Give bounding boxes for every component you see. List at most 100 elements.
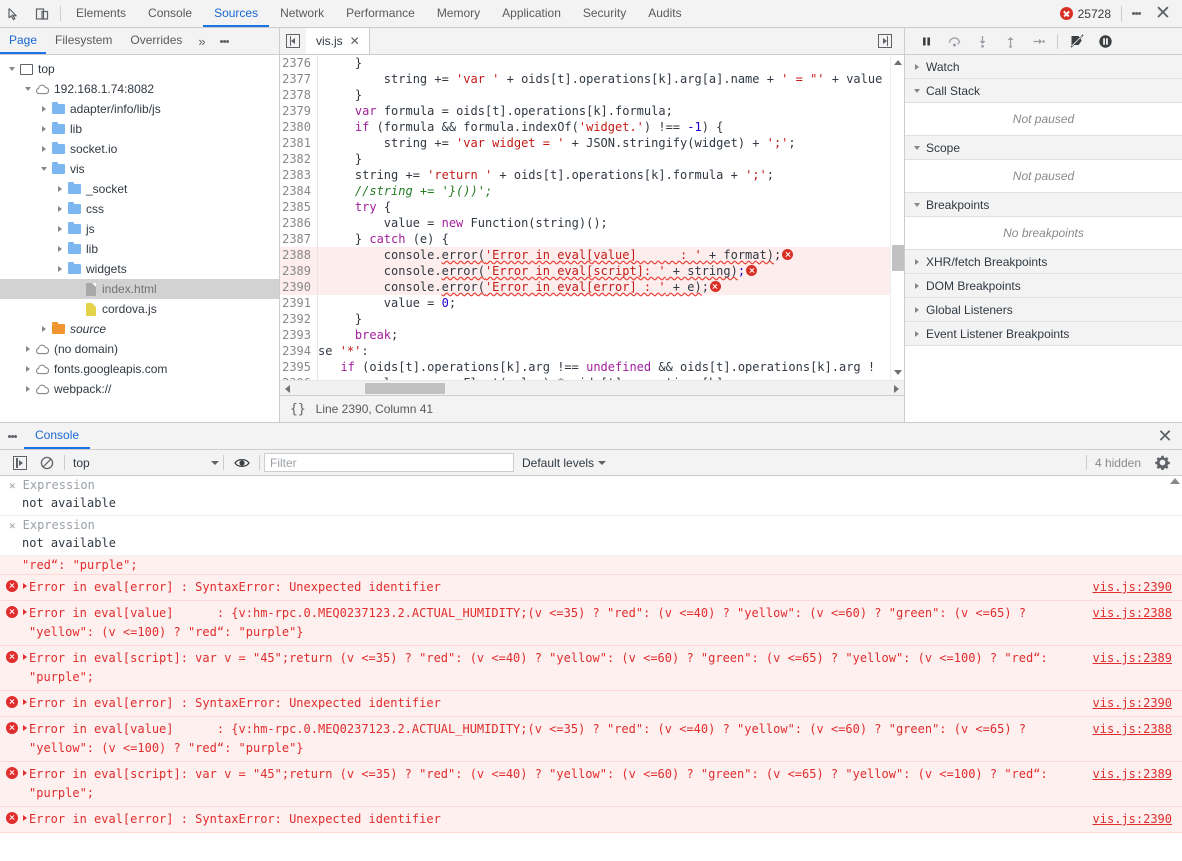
line-number[interactable]: 2387: [280, 231, 318, 247]
tree-item-192-168-1-74-8082[interactable]: 192.168.1.74:8082: [0, 79, 279, 99]
gear-icon[interactable]: [1149, 452, 1176, 474]
kebab-menu-icon[interactable]: [1124, 11, 1148, 16]
live-expression-icon[interactable]: [228, 452, 255, 474]
tab-application[interactable]: Application: [491, 0, 572, 27]
line-number[interactable]: 2378: [280, 87, 318, 103]
message-source-link[interactable]: vis.js:2389: [1093, 765, 1182, 803]
code-line[interactable]: 2387 } catch (e) {: [280, 231, 890, 247]
drawer-tab-console[interactable]: Console: [24, 423, 90, 449]
chevron-right-icon[interactable]: [38, 126, 50, 132]
debugger-section-call-stack[interactable]: Call Stack: [905, 79, 1182, 103]
code-viewer[interactable]: 2376 }2377 string += 'var ' + oids[t].op…: [280, 55, 904, 380]
nav-tab-overrides[interactable]: Overrides: [121, 28, 191, 54]
line-number[interactable]: 2390: [280, 279, 318, 295]
tree-item-css[interactable]: css: [0, 199, 279, 219]
step-over-icon[interactable]: [941, 30, 967, 52]
chevron-right-icon[interactable]: [22, 346, 34, 352]
chevron-down-icon[interactable]: [911, 146, 923, 150]
console-error-message[interactable]: Error in eval[script]: var v = "45";retu…: [0, 762, 1182, 807]
line-content[interactable]: string += 'var ' + oids[t].operations[k]…: [318, 71, 882, 87]
line-content[interactable]: if (oids[t].operations[k].arg !== undefi…: [318, 359, 875, 375]
show-debugger-icon[interactable]: [872, 34, 898, 48]
console-error-message[interactable]: Error in eval[error] : SyntaxError: Unex…: [0, 807, 1182, 833]
chevron-right-icon[interactable]: [22, 366, 34, 372]
tree-item-socket-io[interactable]: socket.io: [0, 139, 279, 159]
step-icon[interactable]: [1025, 30, 1051, 52]
tree-item-adapter-info-lib-js[interactable]: adapter/info/lib/js: [0, 99, 279, 119]
message-source-link[interactable]: vis.js:2388: [1093, 604, 1182, 642]
editor-file-tab-vis-js[interactable]: vis.js ✕: [306, 28, 370, 54]
close-icon[interactable]: ✕: [350, 34, 360, 48]
step-out-icon[interactable]: [997, 30, 1023, 52]
message-source-link[interactable]: vis.js:2390: [1093, 578, 1182, 597]
code-line[interactable]: 2393 break;: [280, 327, 890, 343]
code-line[interactable]: 2391 value = 0;: [280, 295, 890, 311]
tab-sources[interactable]: Sources: [203, 0, 269, 27]
tree-item-index-html[interactable]: index.html: [0, 279, 279, 299]
line-content[interactable]: break;: [318, 327, 398, 343]
line-content[interactable]: console.error('Error in eval[error] : ' …: [318, 279, 721, 295]
code-line[interactable]: 2383 string += 'return ' + oids[t].opera…: [280, 167, 890, 183]
message-source-link[interactable]: vis.js:2390: [1093, 694, 1182, 713]
line-number[interactable]: 2391: [280, 295, 318, 311]
tree-item-js[interactable]: js: [0, 219, 279, 239]
scrollbar-thumb[interactable]: [365, 383, 445, 394]
code-line[interactable]: 2380 if (formula && formula.indexOf('wid…: [280, 119, 890, 135]
scroll-right-icon[interactable]: [894, 385, 899, 393]
line-number[interactable]: 2379: [280, 103, 318, 119]
line-number[interactable]: 2385: [280, 199, 318, 215]
editor-horizontal-scrollbar[interactable]: [280, 380, 904, 395]
scroll-up-icon[interactable]: [1170, 478, 1180, 484]
line-number[interactable]: 2386: [280, 215, 318, 231]
chevron-down-icon[interactable]: [38, 167, 50, 171]
line-number[interactable]: 2394: [280, 343, 318, 359]
line-content[interactable]: try {: [318, 199, 391, 215]
console-error-message[interactable]: Error in eval[value] : {v:hm-rpc.0.MEQ02…: [0, 601, 1182, 646]
console-error-message[interactable]: Error in eval[error] : SyntaxError: Unex…: [0, 691, 1182, 717]
chevron-right-icon[interactable]: [54, 206, 66, 212]
line-number[interactable]: 2388: [280, 247, 318, 263]
chevron-right-icon[interactable]: [911, 307, 923, 313]
chevron-down-icon[interactable]: [911, 89, 923, 93]
line-number[interactable]: 2380: [280, 119, 318, 135]
live-expression[interactable]: ✕Expressionnot available: [0, 516, 1182, 556]
chevron-right-icon[interactable]: [22, 386, 34, 392]
line-content[interactable]: }: [318, 55, 362, 71]
debugger-section-watch[interactable]: Watch: [905, 55, 1182, 79]
line-content[interactable]: value = 0;: [318, 295, 456, 311]
more-tabs-icon[interactable]: »: [191, 28, 212, 54]
chevron-right-icon[interactable]: [54, 266, 66, 272]
execution-context-selector[interactable]: top: [69, 456, 219, 470]
nav-tab-page[interactable]: Page: [0, 28, 46, 54]
tab-performance[interactable]: Performance: [335, 0, 426, 27]
live-expression[interactable]: ✕Expressionnot available: [0, 476, 1182, 516]
console-error-message[interactable]: Error in eval[value] : {v:hm-rpc.0.MEQ02…: [0, 717, 1182, 762]
chevron-right-icon[interactable]: [38, 146, 50, 152]
error-count-badge[interactable]: 25728: [1052, 7, 1119, 21]
chevron-right-icon[interactable]: [38, 326, 50, 332]
line-number[interactable]: 2377: [280, 71, 318, 87]
tab-audits[interactable]: Audits: [637, 0, 692, 27]
code-line[interactable]: 2377 string += 'var ' + oids[t].operatio…: [280, 71, 890, 87]
navigator-kebab-menu-icon[interactable]: [213, 28, 237, 54]
hidden-messages-count[interactable]: 4 hidden: [1095, 456, 1145, 470]
line-content[interactable]: if (formula && formula.indexOf('widget.'…: [318, 119, 723, 135]
line-content[interactable]: } catch (e) {: [318, 231, 449, 247]
tree-item-socket[interactable]: _socket: [0, 179, 279, 199]
line-number[interactable]: 2376: [280, 55, 318, 71]
close-icon[interactable]: ✕: [9, 519, 16, 532]
debugger-section-dom-breakpoints[interactable]: DOM Breakpoints: [905, 274, 1182, 298]
line-number[interactable]: 2384: [280, 183, 318, 199]
code-line[interactable]: 2379 var formula = oids[t].operations[k]…: [280, 103, 890, 119]
code-line[interactable]: 2382 }: [280, 151, 890, 167]
chevron-right-icon[interactable]: [38, 106, 50, 112]
code-line[interactable]: 2392 }: [280, 311, 890, 327]
line-content[interactable]: string += 'return ' + oids[t].operations…: [318, 167, 774, 183]
console-error-message[interactable]: Error in eval[script]: var v = "45";retu…: [0, 646, 1182, 691]
tree-item-cordova-js[interactable]: cordova.js: [0, 299, 279, 319]
code-line[interactable]: 2376 }: [280, 55, 890, 71]
chevron-right-icon[interactable]: [54, 246, 66, 252]
line-number[interactable]: 2389: [280, 263, 318, 279]
tree-item-source[interactable]: source: [0, 319, 279, 339]
line-content[interactable]: var formula = oids[t].operations[k].form…: [318, 103, 673, 119]
